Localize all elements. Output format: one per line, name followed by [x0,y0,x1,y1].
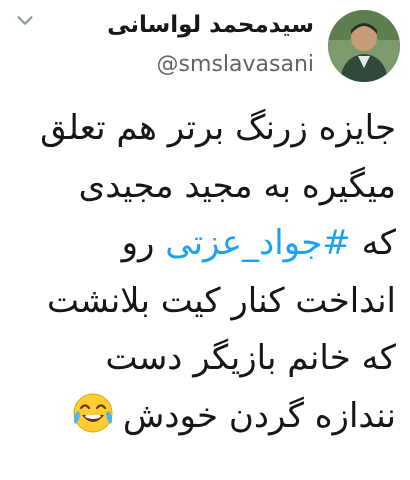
tweet-line: که خانم بازیگر دست [105,338,396,378]
face-with-tears-of-joy-emoji [73,393,113,433]
tweet-line: نندازه گردن خودش [10,388,396,446]
tweet-line: که #جواد_عزتی رو [10,215,396,273]
tweet-line: میگیره به مجید مجیدی [78,165,396,206]
tweet-text-fragment: نندازه گردن خودش [122,395,396,436]
author-handle[interactable]: @smslavasani [157,52,314,77]
tweet-text: جایزه زرنگ برتر هم تعلق میگیره به مجید م… [10,100,396,445]
avatar-photo [328,10,400,82]
chevron-down-icon[interactable] [14,10,36,32]
tweet-header: سیدمحمد لواسانی @smslavasani [0,4,410,88]
tweet-line: انداخت کنار کیت بلانشت [46,280,396,321]
author-display-name[interactable]: سیدمحمد لواسانی [107,12,314,38]
avatar[interactable] [328,10,400,82]
tweet-text-fragment: که [350,223,396,263]
tweet-card: سیدمحمد لواسانی @smslavasani جایزه زرنگ … [0,0,410,480]
hashtag-link[interactable]: #جواد_عزتی [165,223,351,263]
tweet-line: جایزه زرنگ برتر هم تعلق [40,108,396,148]
tweet-text-fragment: رو [121,223,166,263]
